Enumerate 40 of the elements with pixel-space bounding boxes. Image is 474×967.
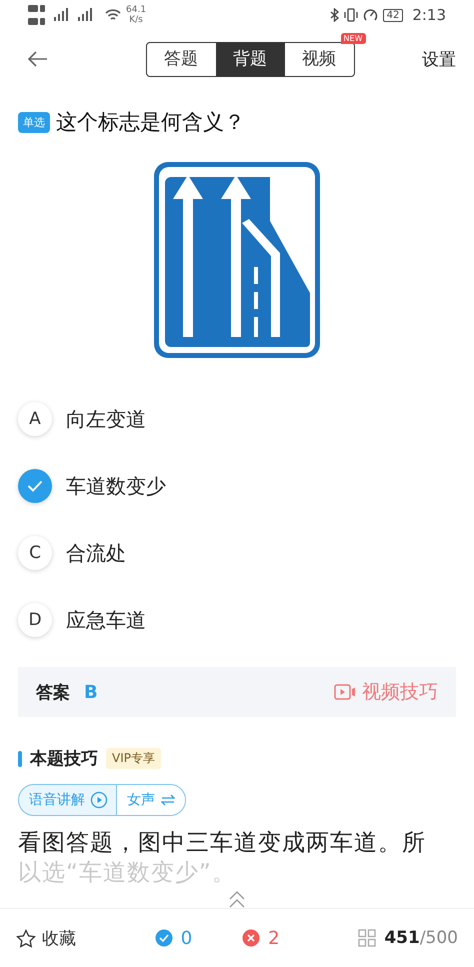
battery-level: 42	[382, 8, 404, 22]
favorite-button[interactable]: 收藏	[16, 926, 76, 950]
answer-value: B	[84, 682, 98, 702]
option-text[interactable]: 应急车道	[66, 606, 146, 634]
mode-tab[interactable]: 背题	[216, 42, 284, 76]
speed-unit: K/s	[129, 15, 143, 25]
settings-link[interactable]: 设置	[422, 48, 456, 70]
expand-icon[interactable]	[228, 890, 246, 910]
wifi-icon	[105, 8, 121, 22]
check-icon	[154, 929, 173, 947]
mode-tab[interactable]: 答题	[146, 42, 216, 76]
option-text[interactable]: 合流处	[66, 540, 126, 566]
option-letter[interactable]: C	[18, 536, 52, 570]
option-letter[interactable]: D	[18, 603, 52, 637]
clock-time: 2:13	[412, 6, 446, 24]
accent-bar	[18, 750, 22, 766]
sim-icon	[28, 5, 45, 25]
mode-tab[interactable]: 视频	[284, 42, 354, 76]
answer-label: 答案	[36, 682, 70, 704]
play-icon	[90, 791, 108, 809]
question-text: 这个标志是何含义？	[56, 109, 245, 136]
question-type-tag: 单选	[18, 112, 50, 132]
bluetooth-icon	[330, 8, 339, 22]
section-title: 本题技巧	[30, 748, 98, 770]
back-arrow-icon[interactable]	[28, 51, 48, 67]
speed-value: 64.1	[126, 5, 146, 15]
option-letter[interactable]: A	[18, 402, 52, 436]
speedometer-icon	[362, 8, 378, 22]
check-icon[interactable]	[18, 469, 52, 503]
cross-icon	[242, 929, 260, 947]
new-badge: NEW	[340, 32, 366, 44]
vip-tag: VIP专享	[106, 748, 161, 769]
progress-button[interactable]: 451/500	[358, 928, 458, 948]
option-text[interactable]: 向左变道	[66, 406, 146, 432]
video-icon	[334, 684, 356, 700]
vibrate-icon	[344, 8, 358, 22]
swap-icon	[161, 794, 175, 806]
star-icon	[16, 928, 36, 948]
option-text[interactable]: 车道数变少	[66, 472, 166, 500]
grid-icon	[358, 929, 376, 947]
